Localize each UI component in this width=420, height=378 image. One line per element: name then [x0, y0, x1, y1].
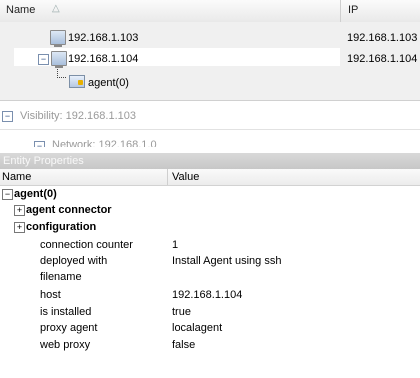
property-value: Install Agent using ssh [172, 255, 282, 267]
property-group-agent-connector[interactable]: + agent connector [0, 202, 420, 218]
properties-column-header: Name Value [0, 169, 420, 186]
property-value: false [172, 339, 196, 351]
agent-label: agent(0) [88, 77, 129, 89]
linux-host-icon [50, 30, 66, 47]
property-value: true [172, 306, 191, 318]
host-name: 192.168.1.103 [68, 32, 139, 44]
group-label: Visibility: 192.168.1.103 [20, 110, 136, 122]
name-column-header[interactable]: Name [2, 171, 31, 183]
property-value: 1 [172, 239, 179, 251]
tree-child-item[interactable]: agent(0) [0, 72, 420, 90]
table-row[interactable]: 192.168.1.103 192.168.1.103 [0, 30, 420, 48]
property-name: connection counter [40, 239, 133, 251]
property-row[interactable]: is installed true [0, 306, 420, 322]
property-name: deployed with [40, 255, 108, 267]
entity-list-header: Name △ IP [0, 0, 420, 23]
column-divider[interactable] [167, 169, 168, 185]
property-row[interactable]: host 192.168.1.104 [0, 289, 420, 305]
property-name: web proxy [40, 339, 91, 351]
host-ip: 192.168.1.104 [347, 53, 418, 65]
property-value: 192.168.1.104 [172, 289, 243, 301]
group-visibility[interactable]: − Visibility: 192.168.1.103 [0, 101, 420, 130]
property-name: filename [40, 271, 82, 283]
property-name: host [40, 289, 61, 301]
collapse-icon[interactable]: − [38, 54, 49, 65]
table-row[interactable]: − 192.168.1.104 192.168.1.104 [0, 50, 420, 68]
collapse-icon[interactable]: − [2, 189, 13, 200]
linux-host-icon [51, 51, 67, 68]
collapse-icon[interactable]: − [2, 111, 13, 122]
group-network[interactable]: − Network: 192.168.1.0 [0, 131, 420, 147]
name-column-header[interactable]: Name [6, 4, 35, 16]
property-row[interactable]: deployed with Install Agent using ssh [0, 255, 420, 271]
host-name: 192.168.1.104 [68, 53, 139, 65]
property-value: localagent [172, 322, 223, 334]
panel-title: Entity Properties [3, 155, 84, 167]
property-group-root[interactable]: − agent(0) [0, 186, 420, 201]
expand-icon[interactable]: + [14, 222, 25, 233]
property-name: is installed [40, 306, 92, 318]
ip-column-header[interactable]: IP [348, 4, 358, 16]
property-root-label: agent(0) [14, 188, 57, 200]
collapse-icon[interactable]: − [34, 141, 45, 147]
property-group-label: configuration [26, 221, 97, 233]
property-row[interactable]: web proxy false [0, 339, 420, 355]
property-name: proxy agent [40, 322, 98, 334]
expand-icon[interactable]: + [14, 205, 25, 216]
property-row[interactable]: connection counter 1 [0, 239, 420, 255]
property-group-configuration[interactable]: + configuration [0, 219, 420, 235]
value-column-header[interactable]: Value [172, 171, 199, 183]
agent-icon [69, 75, 85, 88]
group-label: Network: 192.168.1.0 [52, 139, 157, 147]
sort-arrow-icon: △ [52, 3, 60, 14]
entity-properties-title-bar: Entity Properties [0, 153, 420, 169]
column-divider[interactable] [340, 0, 341, 22]
property-row[interactable]: proxy agent localagent [0, 322, 420, 338]
property-row[interactable]: filename [0, 271, 420, 287]
property-group-label: agent connector [26, 204, 112, 216]
host-ip: 192.168.1.103 [347, 32, 418, 44]
